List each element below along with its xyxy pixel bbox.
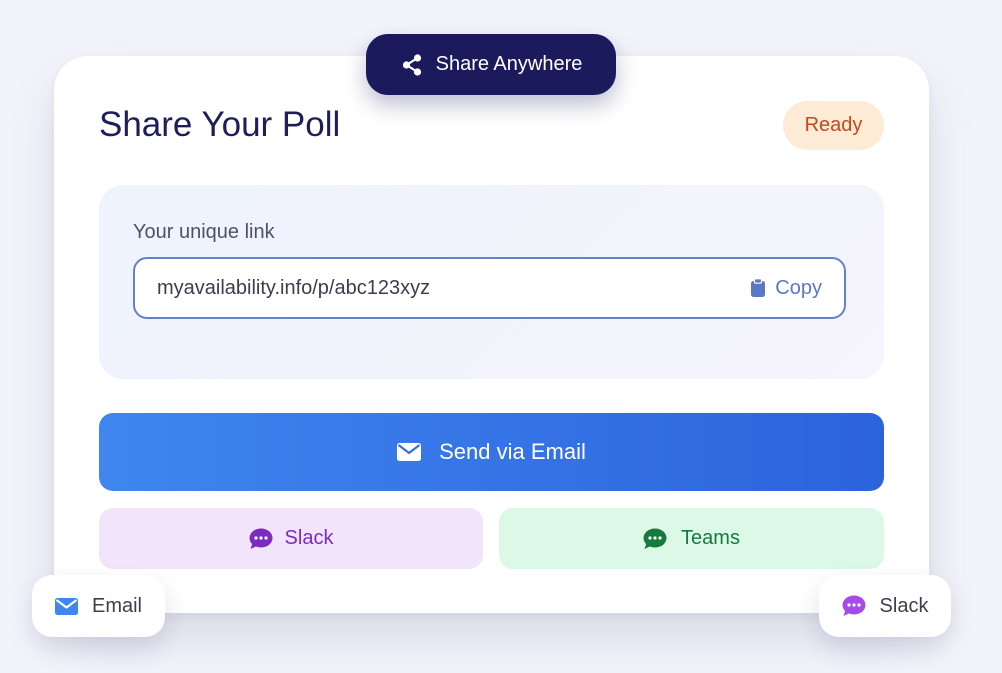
share-anywhere-label: Share Anywhere (435, 53, 583, 75)
floating-email-label: Email (91, 594, 142, 617)
slack-label: Slack (284, 527, 334, 549)
send-via-email-label: Send via Email (439, 439, 586, 464)
share-anywhere-pill[interactable]: Share Anywhere (366, 34, 616, 95)
clipboard-icon (750, 278, 766, 298)
chat-bubble-icon (842, 595, 866, 617)
status-badge: Ready (783, 101, 884, 150)
teams-button[interactable]: Teams (499, 508, 884, 569)
share-icon (400, 53, 424, 77)
send-via-email-button[interactable]: Send via Email (99, 413, 884, 491)
copy-label: Copy (775, 276, 822, 299)
unique-link-url[interactable]: myavailability.info/p/abc123xyz (157, 277, 750, 300)
envelope-icon (397, 443, 422, 461)
slack-button[interactable]: Slack (99, 508, 483, 569)
chat-bubble-icon (249, 528, 273, 550)
floating-slack-label: Slack (879, 594, 929, 617)
teams-label: Teams (681, 527, 740, 549)
page-title: Share Your Poll (99, 105, 341, 144)
unique-link-panel: Your unique link myavailability.info/p/a… (99, 185, 884, 379)
unique-link-field[interactable]: myavailability.info/p/abc123xyz Copy (133, 257, 846, 319)
chat-bubble-icon (643, 528, 667, 550)
unique-link-label: Your unique link (133, 221, 275, 243)
floating-email-chip[interactable]: Email (32, 575, 165, 637)
floating-slack-chip[interactable]: Slack (819, 575, 951, 637)
envelope-icon (54, 597, 78, 615)
copy-button[interactable]: Copy (750, 277, 822, 300)
share-poll-card: Share Your Poll Ready Your unique link m… (54, 56, 929, 613)
